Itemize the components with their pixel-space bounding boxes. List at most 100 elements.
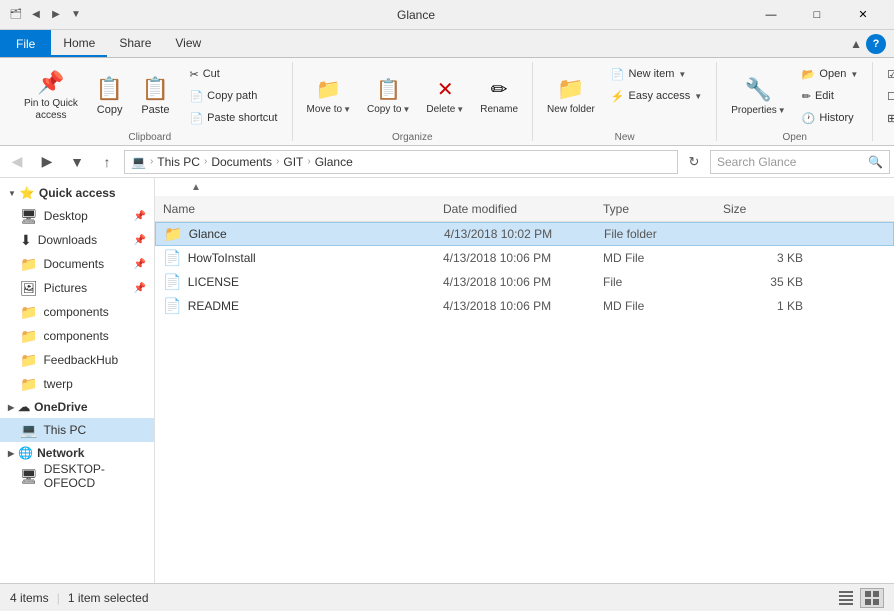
quick-access-icon-3[interactable]: ▼ — [68, 7, 84, 23]
sidebar-item-feedbackhub[interactable]: 📁 FeedbackHub — [0, 348, 154, 372]
tab-share[interactable]: Share — [107, 30, 163, 57]
copy-to-button[interactable]: 📋 Copy to ▼ — [361, 64, 416, 128]
collapse-ribbon-icon[interactable]: ▲ — [850, 37, 862, 51]
help-button[interactable]: ? — [866, 34, 886, 54]
path-documents[interactable]: Documents — [211, 155, 272, 169]
col-header-type[interactable]: Type — [603, 202, 723, 216]
file-date-cell: 4/13/2018 10:06 PM — [443, 299, 603, 313]
delete-button[interactable]: ✕ Delete ▼ — [420, 64, 470, 128]
sidebar-item-twerp[interactable]: 📁 twerp — [0, 372, 154, 396]
move-to-button[interactable]: 📁 Move to ▼ — [301, 64, 358, 128]
copy-to-icon: 📋 — [376, 77, 401, 102]
file-name: HowToInstall — [188, 251, 256, 265]
invert-selection-button[interactable]: ⊞ Invert selection — [881, 108, 894, 128]
select-all-button[interactable]: ☑ Select all — [881, 64, 894, 84]
col-header-size[interactable]: Size — [723, 202, 803, 216]
select-none-button[interactable]: ☐ Select none — [881, 86, 894, 106]
quick-access-header[interactable]: ▼ ⭐ Quick access — [0, 182, 154, 204]
sidebar-item-components-2[interactable]: 📁 components — [0, 324, 154, 348]
file-type-cell: File folder — [604, 227, 724, 241]
item-count: 4 items — [10, 591, 49, 605]
copy-path-button[interactable]: 📄 Copy path — [183, 86, 283, 106]
back-button[interactable]: ◀ — [4, 150, 30, 174]
quick-access-icon-1[interactable]: ◀ — [28, 7, 44, 23]
pin-to-quick-access-button[interactable]: 📌 Pin to Quickaccess — [16, 64, 86, 128]
clipboard-group-content: 📌 Pin to Quickaccess 📋 Copy 📋 Paste ✂ Cu… — [16, 62, 284, 128]
window-icon: 🗂 — [8, 7, 24, 23]
close-button[interactable]: ✕ — [840, 0, 886, 30]
file-row[interactable]: 📄 HowToInstall 4/13/2018 10:06 PM MD Fil… — [155, 246, 894, 270]
details-view-button[interactable] — [834, 588, 858, 608]
sidebar-item-downloads[interactable]: ⬇ Downloads 📌 — [0, 228, 154, 252]
copy-button[interactable]: 📋 Copy — [88, 64, 131, 128]
file-name-cell: 📄 HowToInstall — [163, 249, 443, 267]
cut-button[interactable]: ✂ Cut — [183, 64, 283, 84]
clipboard-group: 📌 Pin to Quickaccess 📋 Copy 📋 Paste ✂ Cu… — [8, 62, 293, 141]
tab-view[interactable]: View — [163, 30, 213, 57]
file-type-cell: MD File — [603, 251, 723, 265]
twerp-icon: 📁 — [20, 376, 37, 393]
view-controls — [834, 588, 884, 608]
sidebar-item-documents[interactable]: 📁 Documents 📌 — [0, 252, 154, 276]
select-group: ☑ Select all ☐ Select none ⊞ Invert sele… — [873, 62, 894, 141]
file-date-cell: 4/13/2018 10:02 PM — [444, 227, 604, 241]
file-row[interactable]: 📄 README 4/13/2018 10:06 PM MD File 1 KB — [155, 294, 894, 318]
invert-icon: ⊞ — [887, 112, 894, 125]
col-header-name[interactable]: Name — [163, 202, 443, 216]
tab-home[interactable]: Home — [51, 30, 107, 57]
organize-group-content: 📁 Move to ▼ 📋 Copy to ▼ ✕ Delete ▼ — [301, 62, 525, 128]
path-glance[interactable]: Glance — [315, 155, 353, 169]
delete-label-row: Delete ▼ — [426, 104, 464, 115]
file-row[interactable]: 📁 Glance 4/13/2018 10:02 PM File folder — [155, 222, 894, 246]
search-box[interactable]: Search Glance 🔍 — [710, 150, 890, 174]
sidebar-item-this-pc[interactable]: 💻 This PC — [0, 418, 154, 442]
onedrive-label: OneDrive — [34, 400, 87, 414]
organize-label: Organize — [392, 128, 433, 143]
quick-access-icon-2[interactable]: ▶ — [48, 7, 64, 23]
history-button[interactable]: 🕐 History — [796, 108, 865, 128]
forward-button[interactable]: ▶ — [34, 150, 60, 174]
rename-button[interactable]: ✏ Rename — [474, 64, 524, 128]
copy-icon: 📋 — [96, 76, 123, 102]
path-git[interactable]: GIT — [283, 155, 303, 169]
quick-access-label: Quick access — [39, 186, 116, 200]
status-bar: 4 items | 1 item selected — [0, 583, 894, 611]
desktop-pin-icon: 📌 — [134, 211, 146, 222]
minimize-button[interactable]: — — [748, 0, 794, 30]
recent-locations-button[interactable]: ▼ — [64, 150, 90, 174]
onedrive-header[interactable]: ▶ ☁ OneDrive — [0, 396, 154, 418]
new-label: New — [615, 128, 635, 143]
file-name: LICENSE — [188, 275, 239, 289]
copy-label: Copy — [97, 104, 123, 116]
components2-label: components — [43, 329, 108, 343]
file-row[interactable]: 📄 LICENSE 4/13/2018 10:06 PM File 35 KB — [155, 270, 894, 294]
easy-access-button[interactable]: ⚡ Easy access ▼ — [605, 86, 708, 106]
cut-icon: ✂ — [189, 68, 198, 81]
new-item-button[interactable]: 📄 New item ▼ — [605, 64, 708, 84]
delete-icon: ✕ — [437, 77, 454, 102]
sidebar-item-desktop-pc[interactable]: 🖥 DESKTOP-OFEOCD — [0, 464, 154, 488]
file-list-header: Name Date modified Type Size — [155, 196, 894, 222]
sidebar-item-desktop[interactable]: 🖥 Desktop 📌 — [0, 204, 154, 228]
sidebar-item-components-1[interactable]: 📁 components — [0, 300, 154, 324]
maximize-button[interactable]: □ — [794, 0, 840, 30]
address-path[interactable]: 💻 › This PC › Documents › GIT › Glance — [124, 150, 678, 174]
large-icons-view-button[interactable] — [860, 588, 884, 608]
path-this-pc[interactable]: This PC — [157, 155, 200, 169]
open-group: 🔧 Properties ▼ 📂 Open ▼ ✏ Edit 🕐 — [717, 62, 873, 141]
open-button[interactable]: 📂 Open ▼ — [796, 64, 865, 84]
network-header[interactable]: ▶ 🌐 Network — [0, 442, 154, 464]
paste-button[interactable]: 📋 Paste — [133, 64, 177, 128]
move-to-label: Move to — [307, 104, 343, 116]
edit-button[interactable]: ✏ Edit — [796, 86, 865, 106]
col-header-date[interactable]: Date modified — [443, 202, 603, 216]
up-button[interactable]: ↑ — [94, 150, 120, 174]
sidebar-item-pictures[interactable]: 🖼 Pictures 📌 — [0, 276, 154, 300]
refresh-button[interactable]: ↻ — [682, 150, 706, 174]
tab-file[interactable]: File — [0, 30, 51, 57]
documents-icon: 📁 — [20, 256, 37, 273]
properties-button[interactable]: 🔧 Properties ▼ — [725, 64, 792, 128]
new-folder-button[interactable]: 📁 New folder — [541, 64, 601, 128]
properties-dropdown-icon: ▼ — [778, 106, 786, 115]
paste-shortcut-button[interactable]: 📄 Paste shortcut — [183, 108, 283, 128]
